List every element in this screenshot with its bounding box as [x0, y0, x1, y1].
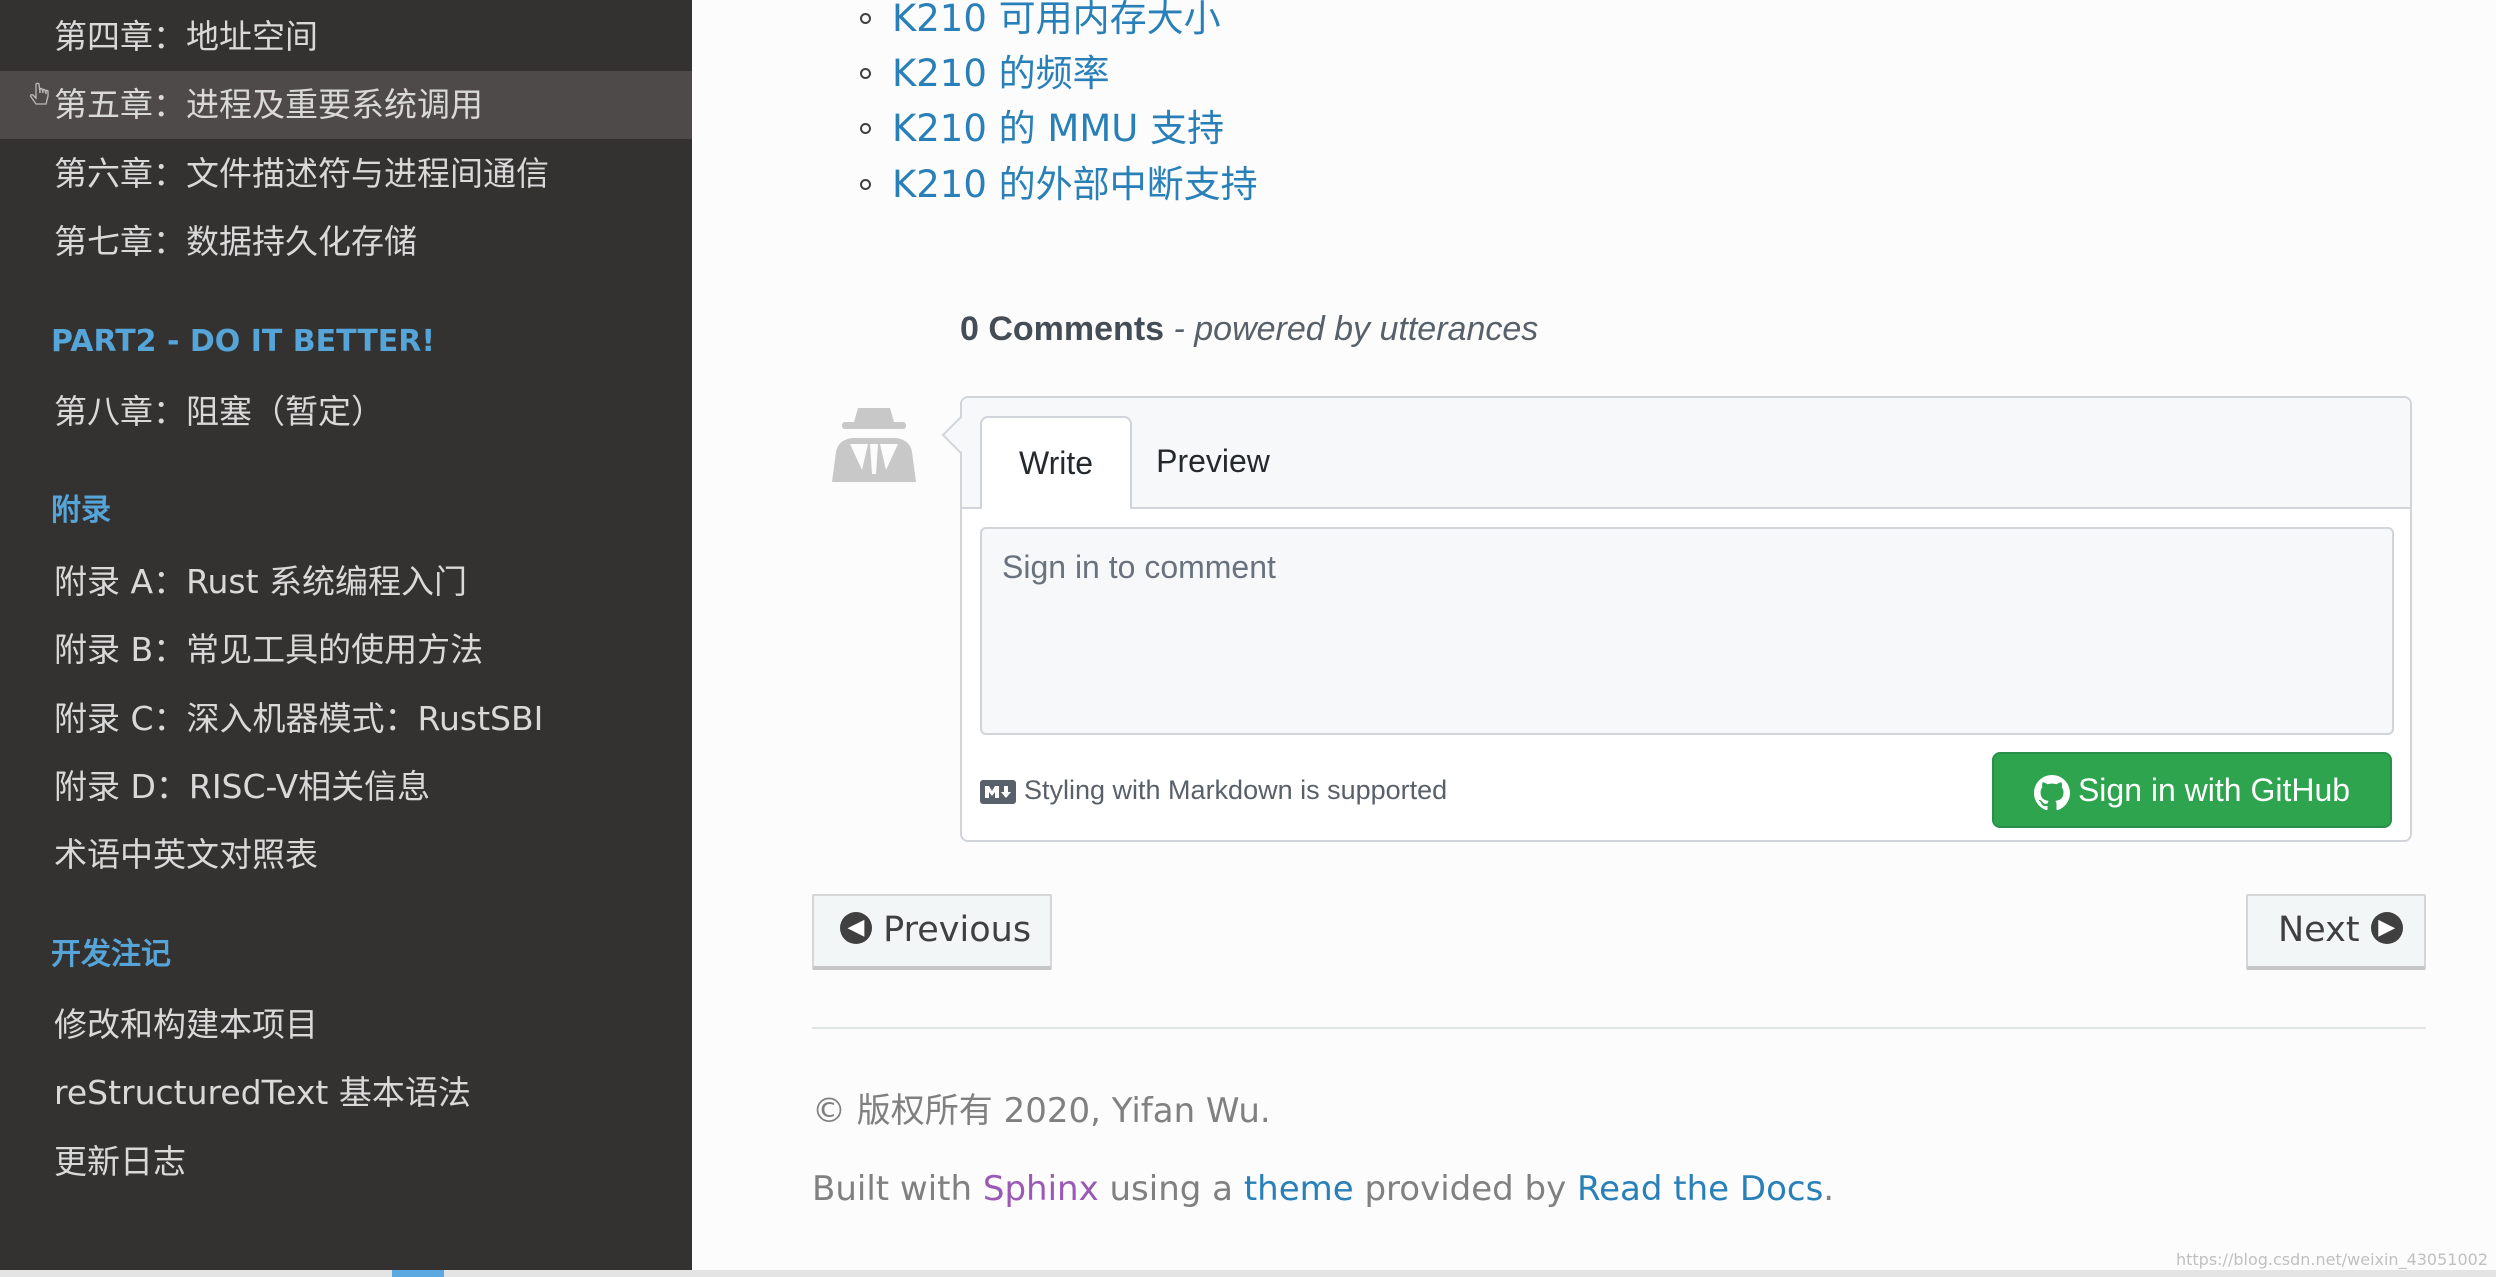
sidebar-item-chapter6[interactable]: 第六章：文件描述符与进程间通信 — [0, 140, 692, 208]
markdown-hint[interactable]: Styling with Markdown is supported — [980, 772, 1447, 808]
section-caption-part2: PART2 - DO IT BETTER! — [51, 324, 436, 359]
bullet-icon — [860, 68, 871, 79]
next-button[interactable]: Next ▶ — [2246, 894, 2426, 970]
watermark: https://blog.csdn.net/weixin_43051002 — [2175, 1250, 2488, 1269]
scrollbar-thumb[interactable] — [392, 1270, 444, 1277]
markdown-hint-label: Styling with Markdown is supported — [1024, 775, 1448, 805]
built-with-text: Built with — [812, 1169, 983, 1209]
sphinx-link[interactable]: Sphinx — [983, 1169, 1099, 1209]
sidebar-item-chapter5[interactable]: 第五章：进程及重要系统调用 — [0, 71, 692, 139]
sidebar-item-chapter7[interactable]: 第七章：数据持久化存储 — [0, 208, 692, 276]
bullet-icon — [860, 179, 871, 190]
tab-write[interactable]: Write — [980, 416, 1132, 509]
footer-divider — [812, 1027, 2426, 1029]
horizontal-scrollbar[interactable] — [0, 1270, 2496, 1277]
read-the-docs-link[interactable]: Read the Docs — [1577, 1169, 1823, 1209]
sign-in-label: Sign in with GitHub — [2077, 772, 2351, 808]
toc-link-label: K210 的频率 — [892, 52, 1110, 95]
sign-in-github-button[interactable]: Sign in with GitHub — [1992, 752, 2392, 828]
sidebar-item-appendix-c[interactable]: 附录 C：深入机器模式：RustSBI — [0, 685, 692, 753]
toc-link-mmu[interactable]: K210 的 MMU 支持 — [860, 104, 1225, 154]
markdown-icon — [980, 779, 1016, 804]
next-label: Next — [2278, 910, 2360, 950]
comment-box: Write Preview Sign in to comment Styling… — [941, 396, 2412, 842]
toc-link-frequency[interactable]: K210 的频率 — [860, 49, 1110, 99]
comment-count: 0 Comments — [960, 310, 1165, 348]
section-caption-devnotes: 开发注记 — [51, 937, 171, 972]
arrow-right-circle-icon: ▶ — [2370, 912, 2403, 944]
toc-link-memory[interactable]: K210 可用内存大小 — [860, 0, 1221, 44]
toc-link-label: K210 的外部中断支持 — [892, 163, 1258, 206]
toc-link-label: K210 可用内存大小 — [892, 0, 1221, 40]
sidebar-item-appendix-b[interactable]: 附录 B：常见工具的使用方法 — [0, 616, 692, 684]
toc-link-label: K210 的 MMU 支持 — [892, 107, 1225, 150]
sidebar-item-changelog[interactable]: 更新日志 — [0, 1128, 692, 1196]
main-content: K210 可用内存大小 K210 的频率 K210 的 MMU 支持 K210 … — [692, 0, 2496, 1277]
sidebar-item-build-project[interactable]: 修改和构建本项目 — [0, 991, 692, 1059]
section-caption-appendix: 附录 — [51, 493, 111, 528]
sidebar-item-chapter8[interactable]: 第八章：阻塞（暂定） — [0, 378, 692, 446]
copyright-text: © 版权所有 2020, Yifan Wu. — [812, 1091, 1271, 1131]
powered-by-text: - powered by utterances — [1164, 310, 1539, 348]
previous-label: Previous — [883, 910, 1032, 950]
tab-preview[interactable]: Preview — [1148, 416, 1278, 507]
comment-tabbar: Write Preview — [962, 398, 2410, 509]
sidebar-item-appendix-a[interactable]: 附录 A：Rust 系统编程入门 — [0, 548, 692, 616]
arrow-left-circle-icon: ◀ — [840, 912, 872, 944]
bullet-icon — [860, 123, 871, 134]
sidebar: 第四章：地址空间 第五章：进程及重要系统调用 第六章：文件描述符与进程间通信 第… — [0, 0, 692, 1277]
built-with-line: Built with Sphinx using a theme provided… — [812, 1166, 1834, 1212]
sidebar-item-appendix-d[interactable]: 附录 D：RISC-V相关信息 — [0, 753, 692, 821]
theme-link[interactable]: theme — [1244, 1169, 1354, 1209]
sidebar-item-glossary[interactable]: 术语中英文对照表 — [0, 821, 692, 889]
sidebar-item-rst-syntax[interactable]: reStructuredText 基本语法 — [0, 1059, 692, 1127]
comments-header: 0 Comments - powered by utterances — [960, 310, 1538, 349]
period-text: . — [1823, 1169, 1835, 1209]
comment-textarea[interactable]: Sign in to comment — [980, 527, 2394, 735]
bullet-icon — [860, 13, 871, 24]
hand-cursor-icon — [29, 82, 49, 105]
using-a-text: using a — [1098, 1169, 1244, 1209]
sidebar-item-chapter4[interactable]: 第四章：地址空间 — [0, 3, 692, 71]
anonymous-avatar-icon — [832, 408, 916, 482]
previous-button[interactable]: ◀ Previous — [812, 894, 1052, 970]
github-icon — [2033, 774, 2070, 810]
provided-by-text: provided by — [1353, 1169, 1578, 1209]
toc-link-interrupt[interactable]: K210 的外部中断支持 — [860, 160, 1258, 210]
